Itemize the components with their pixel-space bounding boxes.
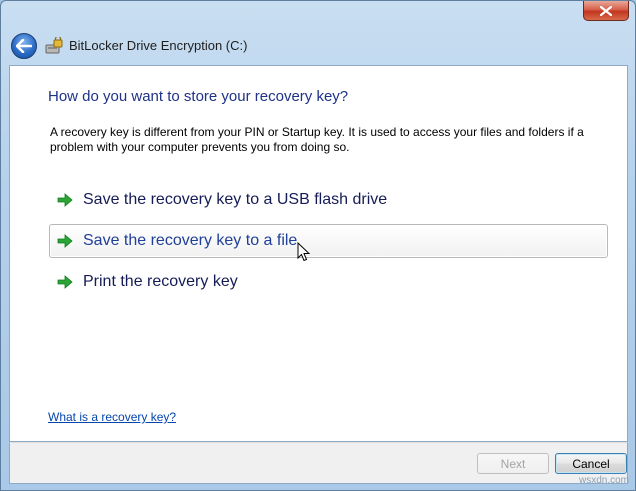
help-link-recovery-key[interactable]: What is a recovery key? (48, 410, 176, 424)
description-text: A recovery key is different from your PI… (50, 125, 584, 154)
mouse-pointer-icon (297, 242, 310, 262)
option-save-file[interactable]: Save the recovery key to a file (49, 224, 608, 258)
option-label: Print the recovery key (83, 273, 238, 290)
page-heading: How do you want to store your recovery k… (48, 88, 349, 105)
next-button[interactable]: Next (477, 453, 549, 474)
cancel-button[interactable]: Cancel (555, 453, 627, 474)
close-icon (600, 5, 612, 16)
green-arrow-icon (57, 193, 73, 207)
option-label: Save the recovery key to a file (83, 232, 298, 249)
window-title: BitLocker Drive Encryption (C:) (69, 38, 248, 53)
window-close-button[interactable] (583, 1, 629, 21)
footer-bar: Next Cancel (9, 442, 628, 484)
bitlocker-icon (45, 37, 63, 54)
window-frame: BitLocker Drive Encryption (C:) How do y… (0, 0, 636, 491)
content-panel: How do you want to store your recovery k… (9, 65, 628, 442)
back-button[interactable] (11, 33, 37, 59)
option-print[interactable]: Print the recovery key (49, 265, 608, 299)
green-arrow-icon (57, 234, 73, 248)
watermark: wsxdn.com (579, 475, 630, 486)
option-save-usb[interactable]: Save the recovery key to a USB flash dri… (49, 183, 608, 217)
green-arrow-icon (57, 275, 73, 289)
back-arrow-icon (16, 39, 32, 53)
option-label: Save the recovery key to a USB flash dri… (83, 191, 388, 208)
